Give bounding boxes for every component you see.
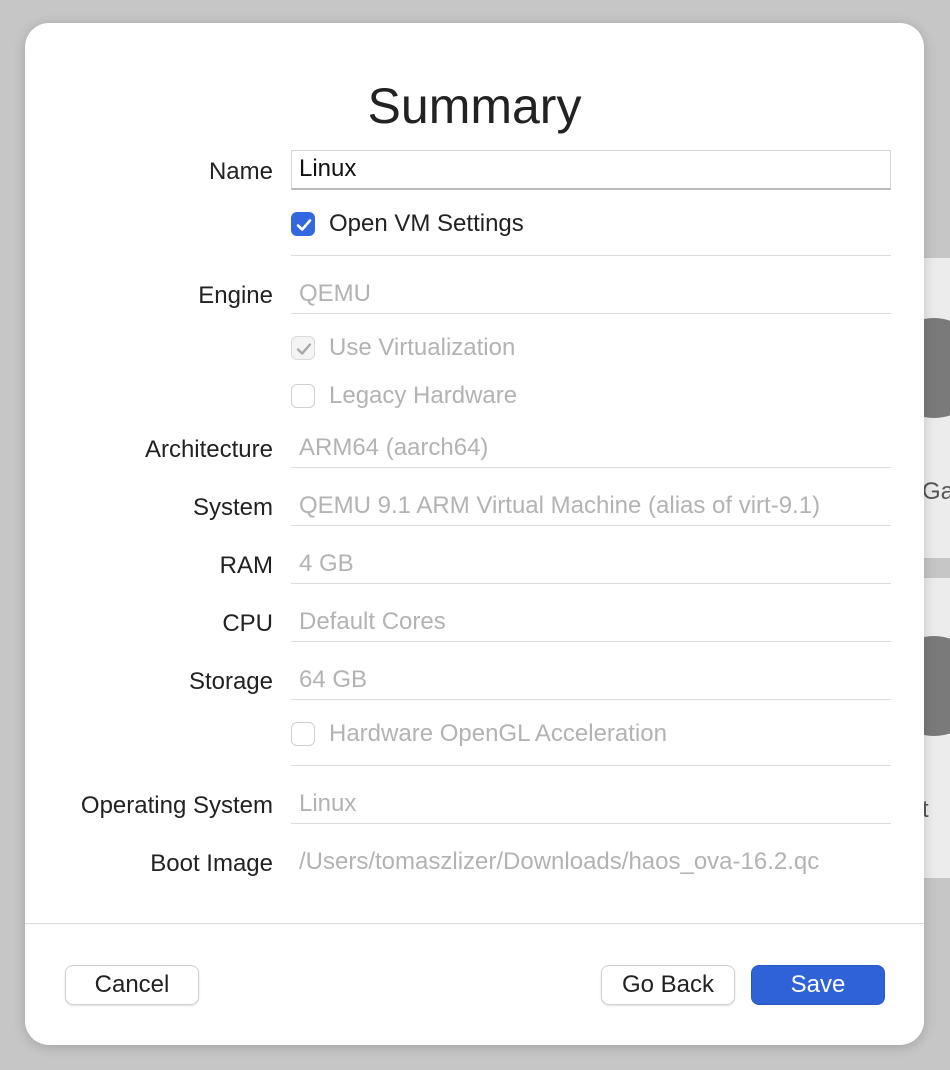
name-label: Name: [208, 158, 273, 185]
architecture-label: Architecture: [144, 436, 273, 463]
divider: [291, 255, 891, 256]
system-field: QEMU 9.1 ARM Virtual Machine (alias of v…: [291, 486, 891, 526]
empty-checkbox-icon: [291, 384, 315, 408]
boot-image-value: /Users/tomaszlizer/Downloads/haos_ova-16…: [299, 848, 820, 875]
boot-image-label: Boot Image: [150, 850, 273, 877]
storage-field: 64 GB: [291, 660, 891, 700]
background-label: Ga: [922, 478, 950, 505]
use-virtualization-label: Use Virtualization: [329, 334, 516, 361]
name-field[interactable]: [291, 150, 891, 190]
engine-value: QEMU: [299, 280, 371, 307]
opengl-label: Hardware OpenGL Acceleration: [329, 720, 667, 747]
system-value: QEMU 9.1 ARM Virtual Machine (alias of v…: [299, 492, 821, 519]
cpu-field: Default Cores: [291, 602, 891, 642]
name-input[interactable]: [299, 155, 879, 183]
engine-label: Engine: [198, 282, 273, 309]
cpu-value: Default Cores: [299, 608, 446, 635]
operating-system-field: Linux: [291, 784, 891, 824]
storage-value: 64 GB: [299, 666, 368, 693]
boot-image-field: /Users/tomaszlizer/Downloads/haos_ova-16…: [291, 842, 891, 876]
architecture-value: ARM64 (aarch64): [299, 434, 489, 461]
open-vm-settings-label: Open VM Settings: [329, 210, 524, 237]
storage-label: Storage: [188, 668, 273, 695]
dialog-title: Summary: [367, 78, 582, 134]
system-label: System: [192, 494, 273, 521]
cancel-button[interactable]: Cancel: [65, 965, 199, 1005]
ram-field: 4 GB: [291, 544, 891, 584]
operating-system-label: Operating System: [80, 792, 273, 819]
footer-divider: [25, 923, 924, 924]
divider: [291, 765, 891, 766]
checkmark-icon[interactable]: [291, 212, 315, 236]
ram-label: RAM: [219, 552, 273, 579]
empty-checkbox-icon: [291, 722, 315, 746]
architecture-field: ARM64 (aarch64): [291, 428, 891, 468]
save-button[interactable]: Save: [751, 965, 885, 1005]
engine-field: QEMU: [291, 274, 891, 314]
summary-dialog: Summary Name Open VM Settings Engine QEM…: [25, 23, 924, 1045]
go-back-button[interactable]: Go Back: [601, 965, 735, 1005]
cpu-label: CPU: [222, 610, 273, 637]
ram-value: 4 GB: [299, 550, 354, 577]
legacy-hardware-label: Legacy Hardware: [329, 382, 518, 409]
checkmark-icon: [291, 336, 315, 360]
operating-system-value: Linux: [299, 790, 357, 817]
